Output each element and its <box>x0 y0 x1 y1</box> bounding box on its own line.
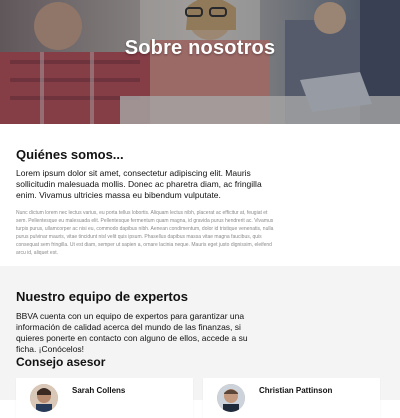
page-title: Sobre nosotros <box>124 37 276 59</box>
advisory-heading: Consejo asesor <box>16 355 106 369</box>
team-lead-text: BBVA cuenta con un equipo de expertos pa… <box>16 311 248 354</box>
team-section: Nuestro equipo de expertos BBVA cuenta c… <box>0 266 400 418</box>
about-lead-text: Lorem ipsum dolor sit amet, consectetur … <box>16 168 262 200</box>
team-office-photo <box>0 0 400 124</box>
person-avatar <box>217 384 245 412</box>
member-card[interactable]: Sarah Collens <box>16 378 193 418</box>
about-section: Quiénes somos... Lorem ipsum dolor sit a… <box>16 147 276 257</box>
about-heading: Quiénes somos... <box>16 147 124 162</box>
person-avatar <box>30 384 58 412</box>
member-name[interactable]: Sarah Collens <box>72 386 125 395</box>
member-name[interactable]: Christian Pattinson <box>259 386 332 395</box>
team-heading: Nuestro equipo de expertos <box>16 289 188 304</box>
about-body-text: Nunc dictum lorem nec lectus varius, eu … <box>16 210 274 256</box>
hero-banner: Sobre nosotros <box>0 0 400 124</box>
member-card[interactable]: Christian Pattinson <box>203 378 380 418</box>
